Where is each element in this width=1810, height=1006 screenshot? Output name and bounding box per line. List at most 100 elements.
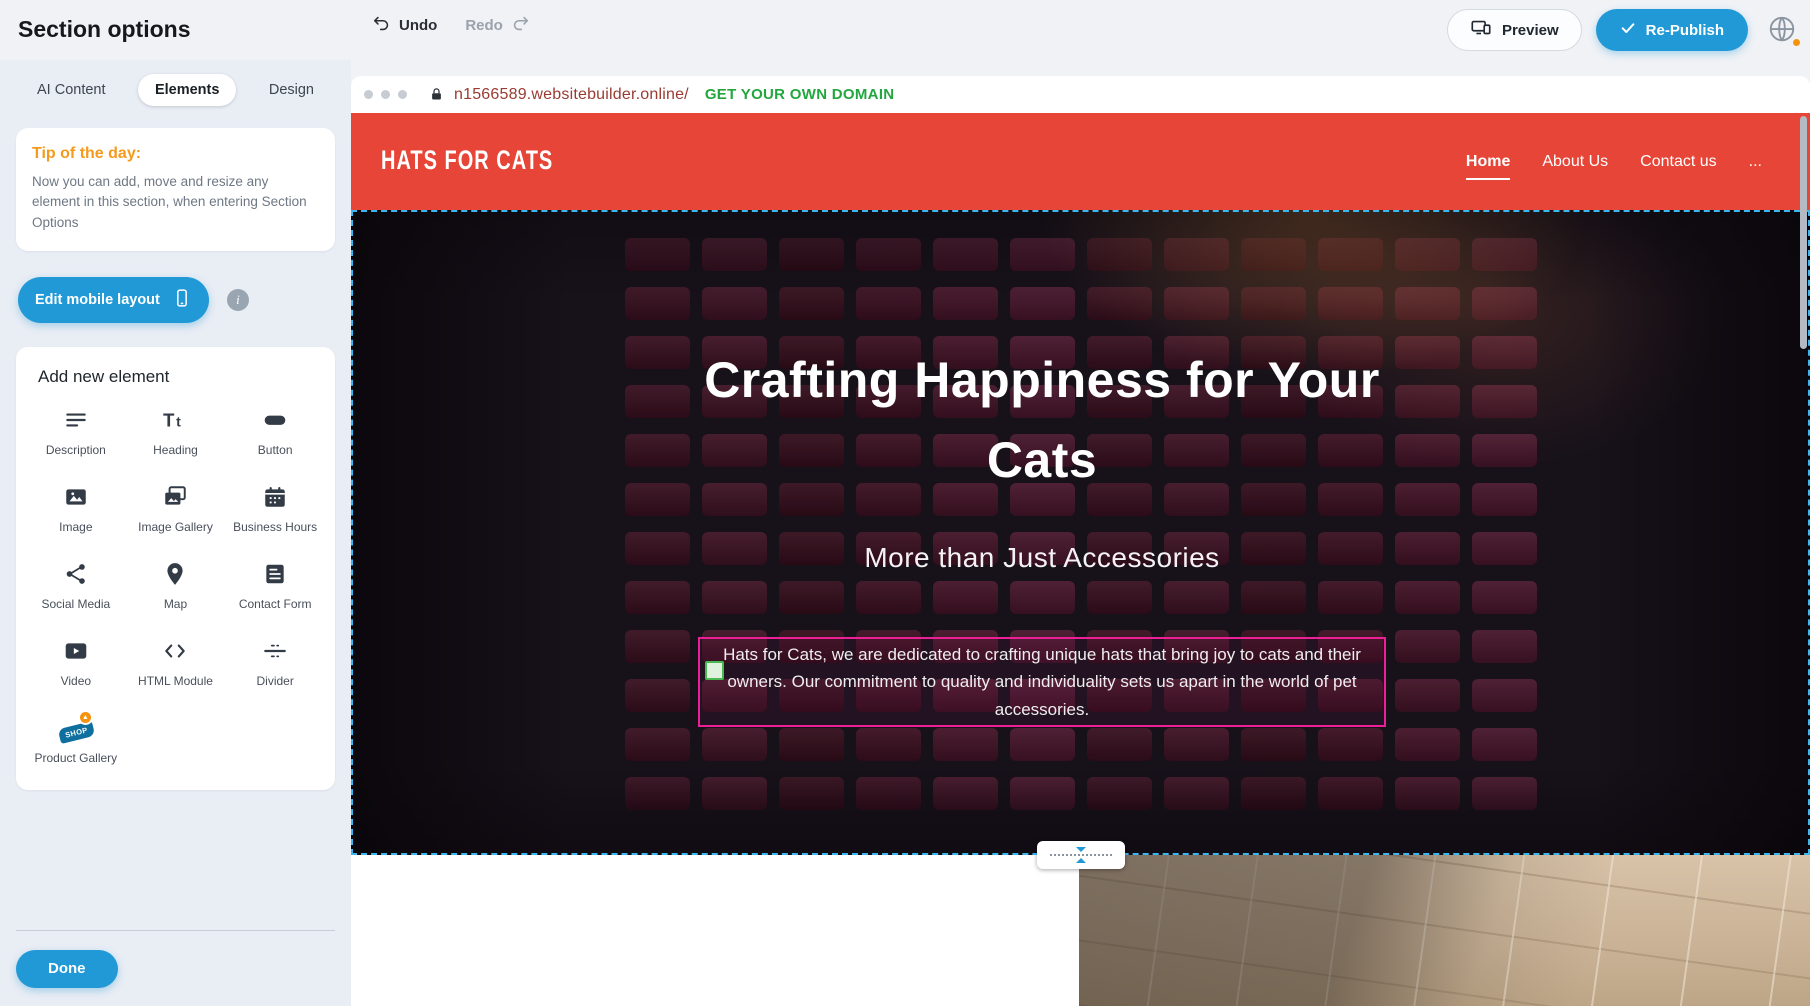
- element-label: Social Media: [41, 597, 110, 612]
- add-element-contact-form[interactable]: Contact Form: [225, 559, 325, 612]
- tip-of-the-day-card: Tip of the day: Now you can add, move an…: [16, 128, 335, 251]
- dotted-divider: [1050, 854, 1112, 856]
- paving-photo: [1079, 855, 1810, 1006]
- add-element-product-gallery[interactable]: SHOP▲ Product Gallery: [26, 713, 126, 766]
- divider-icon: [259, 636, 291, 666]
- top-toolbar: Section options Undo Redo Preview Re-Pub…: [0, 0, 1810, 60]
- nav-item-more[interactable]: ...: [1749, 153, 1762, 171]
- site-preview: HATS FOR CATS HomeAbout UsContact us... …: [351, 113, 1810, 1006]
- window-dots: [364, 90, 407, 99]
- add-element-divider[interactable]: Divider: [225, 636, 325, 689]
- map-icon: [159, 559, 191, 589]
- add-element-image-gallery[interactable]: Image Gallery: [126, 482, 226, 535]
- tab-design[interactable]: Design: [252, 74, 331, 106]
- phone-icon: [172, 288, 192, 312]
- redo-label: Redo: [465, 17, 503, 34]
- add-element-business-hours[interactable]: Business Hours: [225, 482, 325, 535]
- window-dot: [381, 90, 390, 99]
- element-label: Description: [46, 443, 106, 458]
- business-hours-icon: [259, 482, 291, 512]
- hero-content: Crafting Happiness for Your Cats More th…: [351, 210, 1733, 855]
- element-resize-handle[interactable]: [705, 661, 724, 680]
- image-icon: [60, 482, 92, 512]
- video-icon: [60, 636, 92, 666]
- add-element-html-module[interactable]: HTML Module: [126, 636, 226, 689]
- add-element-video[interactable]: Video: [26, 636, 126, 689]
- window-dot: [364, 90, 373, 99]
- element-label: Image Gallery: [138, 520, 213, 535]
- image-gallery-icon: [159, 482, 191, 512]
- preview-button[interactable]: Preview: [1447, 9, 1582, 51]
- editor-canvas: n1566589.websitebuilder.online/ GET YOUR…: [351, 60, 1810, 1006]
- hero-subheading[interactable]: More than Just Accessories: [351, 542, 1733, 574]
- element-label: Video: [61, 674, 91, 689]
- undo-button[interactable]: Undo: [372, 14, 437, 37]
- done-button[interactable]: Done: [16, 950, 118, 988]
- info-icon[interactable]: i: [227, 289, 249, 311]
- undo-icon: [372, 14, 391, 37]
- element-label: Divider: [256, 674, 293, 689]
- tab-ai-content[interactable]: AI Content: [20, 74, 123, 106]
- product-gallery-icon: SHOP▲: [60, 713, 92, 743]
- tip-title: Tip of the day:: [32, 145, 319, 163]
- add-element-card: Add new element Description TtHeadingButt…: [16, 347, 335, 790]
- preview-label: Preview: [1502, 22, 1559, 39]
- social-media-icon: [60, 559, 92, 589]
- add-element-heading[interactable]: TtHeading: [126, 405, 226, 458]
- element-label: Product Gallery: [34, 751, 117, 766]
- language-globe-button[interactable]: [1762, 10, 1802, 50]
- history-controls: Undo Redo: [372, 14, 530, 37]
- add-element-description[interactable]: Description: [26, 405, 126, 458]
- lock-icon: [429, 87, 444, 102]
- check-icon: [1620, 20, 1636, 40]
- add-element-title: Add new element: [38, 367, 325, 387]
- browser-chrome-bar: n1566589.websitebuilder.online/ GET YOUR…: [351, 76, 1810, 113]
- add-element-social-media[interactable]: Social Media: [26, 559, 126, 612]
- sidebar-footer: Done: [16, 930, 335, 1006]
- site-url: n1566589.websitebuilder.online/: [454, 86, 689, 104]
- element-label: HTML Module: [138, 674, 213, 689]
- window-dot: [398, 90, 407, 99]
- nav-item-contact-us[interactable]: Contact us: [1640, 153, 1716, 171]
- element-label: Image: [59, 520, 92, 535]
- page-title: Section options: [18, 16, 191, 43]
- notification-dot: [1793, 39, 1800, 46]
- element-label: Map: [164, 597, 187, 612]
- republish-button[interactable]: Re-Publish: [1596, 9, 1748, 51]
- republish-label: Re-Publish: [1646, 22, 1724, 39]
- tip-body: Now you can add, move and resize any ele…: [32, 172, 319, 233]
- section-resize-handle[interactable]: [1037, 841, 1125, 869]
- toolbar-actions: Preview Re-Publish: [1447, 9, 1802, 51]
- add-element-button[interactable]: Button: [225, 405, 325, 458]
- redo-button[interactable]: Redo: [465, 14, 530, 37]
- hero-section[interactable]: Crafting Happiness for Your Cats More th…: [351, 210, 1810, 855]
- add-element-image[interactable]: Image: [26, 482, 126, 535]
- element-label: Contact Form: [239, 597, 312, 612]
- arrow-down-icon: [1076, 847, 1086, 852]
- nav-item-about-us[interactable]: About Us: [1542, 153, 1608, 171]
- tab-elements[interactable]: Elements: [138, 74, 236, 106]
- hero-paragraph[interactable]: Hats for Cats, we are dedicated to craft…: [716, 641, 1368, 723]
- nav-item-home[interactable]: Home: [1466, 153, 1510, 171]
- redo-icon: [511, 14, 530, 37]
- element-grid: Description TtHeadingButton Image Image Gal…: [26, 405, 325, 766]
- edit-mobile-label: Edit mobile layout: [35, 292, 160, 308]
- site-header: HATS FOR CATS Home About Us Contact us...: [351, 113, 1810, 210]
- sidebar-tabs: AI Content Elements Design: [16, 74, 335, 106]
- next-section[interactable]: [351, 855, 1810, 1006]
- hero-heading[interactable]: Crafting Happiness for Your Cats: [702, 340, 1382, 500]
- heading-icon: Tt: [159, 405, 191, 435]
- html-module-icon: [159, 636, 191, 666]
- selected-paragraph-box[interactable]: Hats for Cats, we are dedicated to craft…: [698, 637, 1386, 727]
- svg-text:t: t: [177, 413, 182, 429]
- contact-form-icon: [259, 559, 291, 589]
- mobile-layout-row: Edit mobile layout i: [16, 277, 335, 323]
- site-logo[interactable]: HATS FOR CATS: [381, 146, 553, 177]
- get-your-own-domain-link[interactable]: GET YOUR OWN DOMAIN: [705, 86, 895, 103]
- edit-mobile-layout-button[interactable]: Edit mobile layout: [18, 277, 209, 323]
- description-icon: [60, 405, 92, 435]
- button-icon: [259, 405, 291, 435]
- add-element-map[interactable]: Map: [126, 559, 226, 612]
- scrollbar-thumb[interactable]: [1800, 116, 1807, 349]
- svg-text:T: T: [164, 409, 176, 430]
